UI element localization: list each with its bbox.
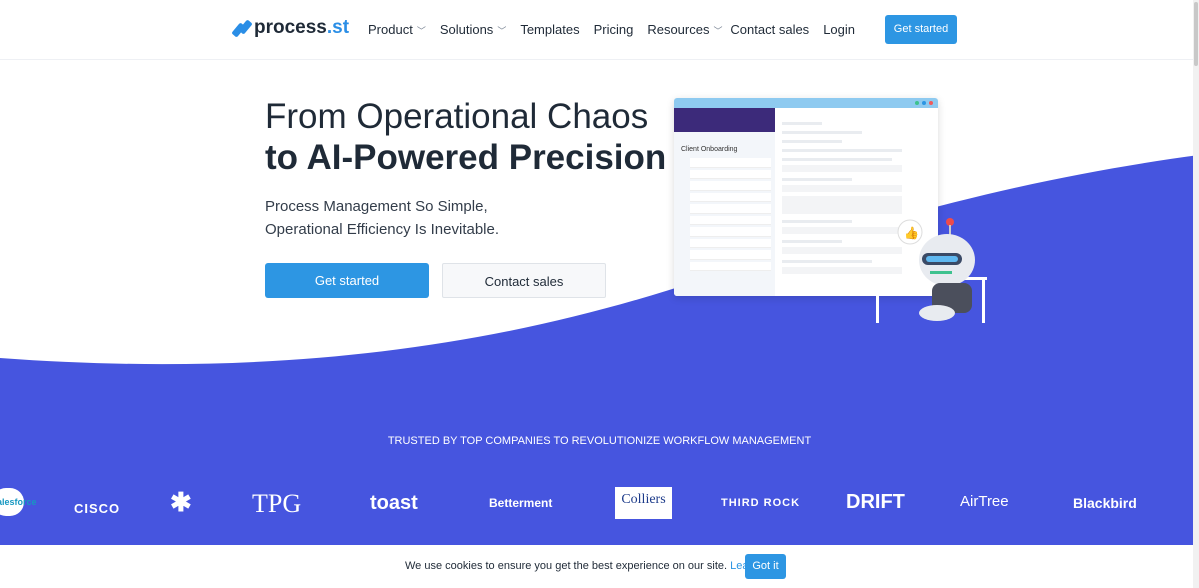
task-row [690, 181, 771, 191]
scrollbar[interactable] [1193, 0, 1199, 588]
chevron-down-icon: ﹀ [416, 26, 426, 36]
hero-title: From Operational Chaos to AI-Powered Prec… [265, 96, 666, 178]
nav-templates[interactable]: Templates [520, 22, 579, 37]
customer-logos: salesforce CISCO ✱ TPG toast Betterment … [0, 485, 1199, 525]
task-row [690, 192, 771, 202]
window-dot [915, 101, 919, 105]
hero-contact-sales-button[interactable]: Contact sales [442, 263, 606, 298]
nav-resources[interactable]: Resources ﹀ [647, 22, 722, 37]
logo-toast: toast [370, 492, 418, 514]
logo-drift: DRIFT [846, 491, 905, 513]
robot-illustration: 👍 [862, 218, 987, 323]
logo-colliers: Colliers [615, 487, 672, 519]
scrollbar-thumb[interactable] [1194, 2, 1198, 66]
logo-blackbird: Blackbird [1073, 495, 1137, 511]
logo[interactable]: process .st [234, 17, 349, 39]
logo-salesforce: salesforce [0, 488, 37, 516]
window-dot [929, 101, 933, 105]
svg-text:👍: 👍 [904, 226, 919, 240]
login-link[interactable]: Login [823, 22, 855, 37]
top-nav: process .st Product ﹀ Solutions ﹀ Templates… [0, 0, 1199, 60]
title-line-1: From Operational Chaos [265, 97, 649, 136]
nav-solutions[interactable]: Solutions ﹀ [440, 22, 507, 37]
nav-label: Solutions [439, 22, 494, 37]
nav-pricing[interactable]: Pricing [594, 22, 634, 37]
task-row [690, 215, 771, 225]
nav-get-started-button[interactable]: Get started [885, 15, 957, 44]
hero-get-started-button[interactable]: Get started [265, 263, 429, 298]
task-row [690, 261, 771, 271]
logo-third-rock: THIRD ROCK [721, 497, 801, 509]
nav-label: Resources [647, 22, 710, 37]
task-row [690, 238, 771, 248]
subtitle-line-2: Operational Efficiency Is Inevitable. [265, 221, 500, 238]
chevron-down-icon: ﹀ [497, 26, 507, 36]
window-dot [922, 101, 926, 105]
nav-product[interactable]: Product ﹀ [368, 22, 426, 37]
logo-cisco: CISCO [74, 501, 121, 516]
logo-suffix: .st [326, 17, 350, 38]
trusted-heading: TRUSTED BY TOP COMPANIES TO REVOLUTIONIZ… [387, 435, 812, 447]
got-it-button[interactable]: Got it [745, 554, 786, 579]
checklist-banner [674, 108, 775, 132]
logo-airtree: AirTree [960, 493, 1009, 510]
title-line-2: to AI-Powered Precision [265, 138, 667, 177]
subtitle-line-1: Process Management So Simple, [265, 198, 488, 215]
task-row [690, 169, 771, 179]
checklist-title: Client Onboarding [681, 146, 738, 153]
hero-subtitle: Process Management So Simple, Operational… [265, 195, 499, 241]
logo-tpg: TPG [252, 489, 302, 518]
task-row [690, 250, 771, 260]
task-row [690, 227, 771, 237]
window-bar [674, 98, 938, 108]
cookie-banner: We use cookies to ensure you get the bes… [0, 545, 1199, 588]
logo-text: process [254, 17, 327, 38]
chevron-down-icon: ﹀ [713, 26, 723, 36]
task-row [690, 204, 771, 214]
contact-sales-link[interactable]: Contact sales [730, 22, 809, 37]
nav-label: Product [368, 22, 413, 37]
logo-slack: ✱ [170, 487, 192, 517]
task-row [690, 158, 771, 168]
logo-betterment: Betterment [489, 496, 553, 510]
cookie-text: We use cookies to ensure you get the bes… [405, 560, 728, 572]
checklist-sidebar: Client Onboarding [674, 108, 775, 296]
logo-icon [234, 20, 250, 36]
